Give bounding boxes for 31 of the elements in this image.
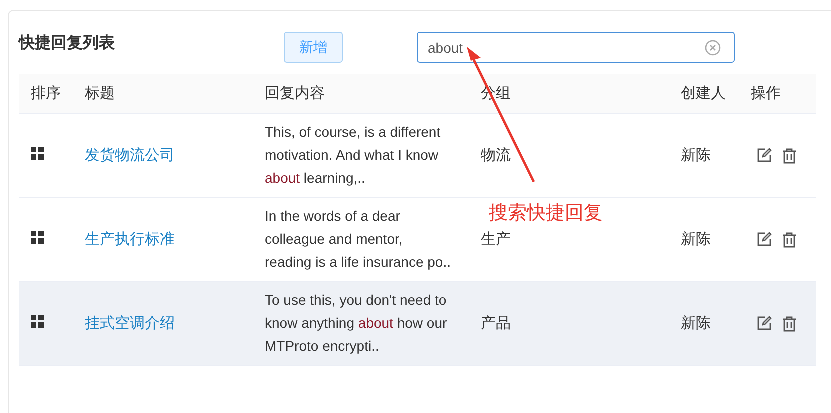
- reply-title-link[interactable]: 发货物流公司: [85, 147, 175, 164]
- drag-handle-icon[interactable]: [31, 315, 44, 328]
- column-header: 回复内容: [264, 84, 326, 103]
- delete-icon[interactable]: [782, 148, 797, 164]
- reply-content: In the words of a dear colleague and mentor, reading is a life insurance po..: [265, 207, 451, 272]
- creator-cell: 新陈: [681, 231, 711, 248]
- group-cell: 物流: [481, 147, 511, 164]
- search-field[interactable]: about: [417, 32, 735, 63]
- creator-cell: 新陈: [681, 315, 711, 332]
- column-header: 操作: [750, 84, 782, 103]
- column-header: 标题: [84, 84, 116, 103]
- delete-icon[interactable]: [782, 232, 797, 248]
- panel-title: 快捷回复列表: [19, 34, 116, 54]
- edit-icon[interactable]: [757, 316, 772, 331]
- table-row[interactable]: 挂式空调介绍 To use this, you don't need to know anything about how our MTProto encrypti.. 产品 新陈: [19, 282, 816, 366]
- reply-title-link[interactable]: 生产执行标准: [85, 231, 175, 248]
- annotation-label: 搜索快捷回复: [489, 202, 603, 226]
- column-header: 创建人: [680, 84, 727, 103]
- edit-icon[interactable]: [757, 232, 772, 247]
- edit-icon[interactable]: [757, 148, 772, 163]
- drag-handle-icon[interactable]: [31, 231, 44, 244]
- delete-icon[interactable]: [782, 316, 797, 332]
- table-row[interactable]: 发货物流公司 This, of course, is a different motivation. And what I know about learning,.. 物流 新陈: [19, 114, 816, 198]
- group-cell: 产品: [481, 315, 511, 332]
- reply-content: This, of course, is a different motivation. And what I know about learning,..: [265, 123, 442, 188]
- drag-handle-icon[interactable]: [31, 147, 44, 160]
- reply-title-link[interactable]: 挂式空调介绍: [85, 315, 175, 332]
- group-cell: 生产: [481, 231, 511, 248]
- reply-content: To use this, you don't need to know anything about how our MTProto encrypti..: [265, 291, 448, 356]
- column-header: 排序: [30, 84, 62, 103]
- creator-cell: 新陈: [681, 147, 711, 164]
